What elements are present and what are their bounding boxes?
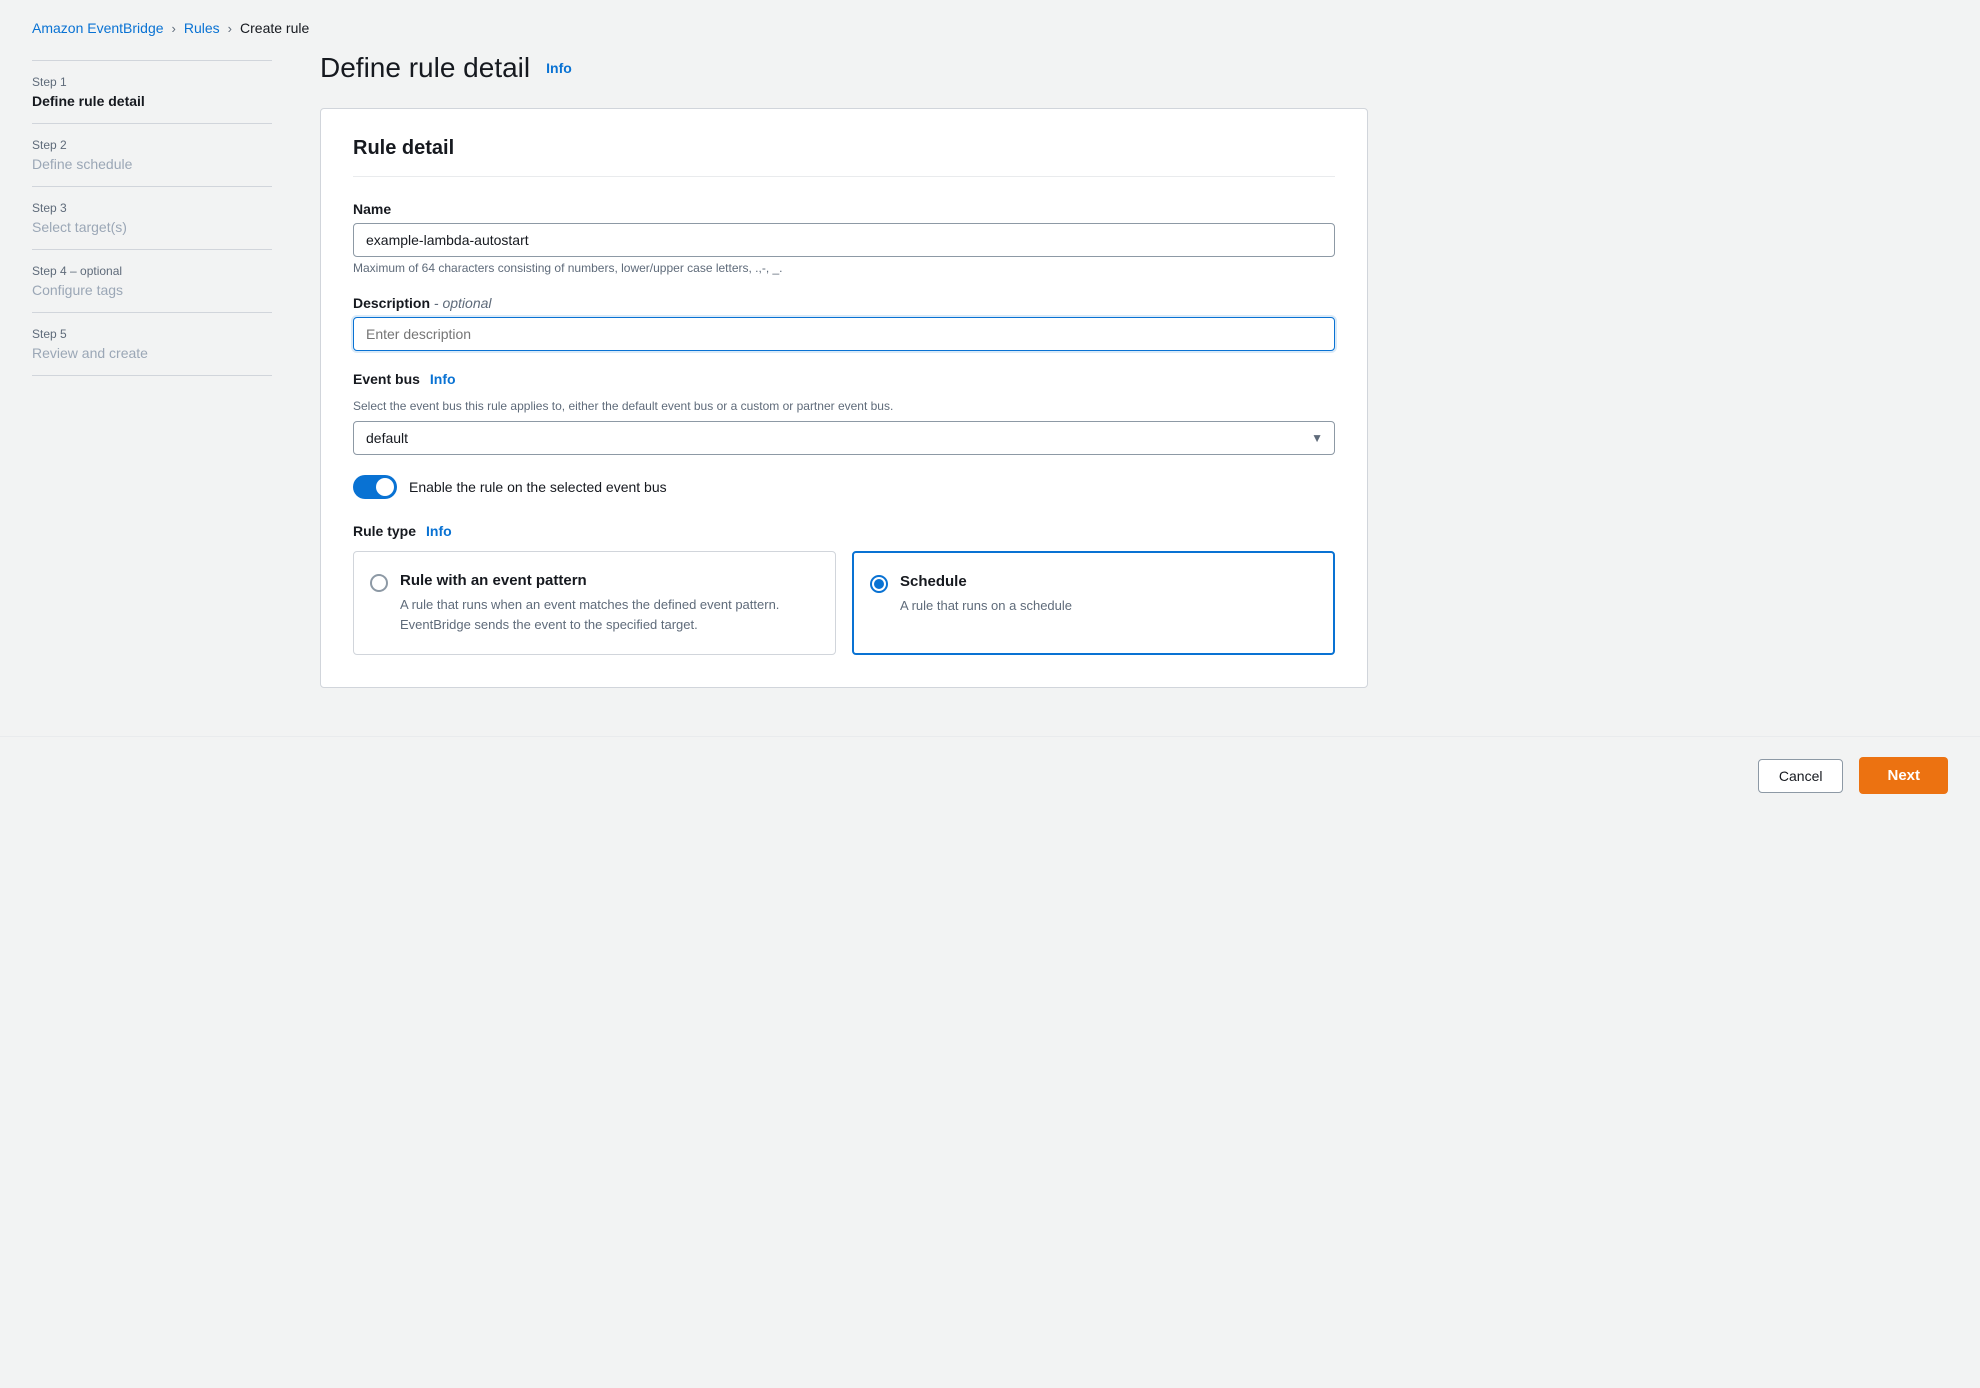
schedule-title: Schedule: [900, 573, 1072, 590]
event-bus-form-group: Event bus Info Select the event bus this…: [353, 371, 1335, 455]
step-1-name: Define rule detail: [32, 93, 272, 109]
schedule-content: Schedule A rule that runs on a schedule: [900, 573, 1072, 616]
main-content: Define rule detail Info Rule detail Name…: [272, 52, 1368, 688]
description-optional: - optional: [434, 295, 492, 311]
event-bus-label: Event bus: [353, 371, 420, 387]
event-bus-hint: Select the event bus this rule applies t…: [353, 399, 1335, 413]
breadcrumb-current: Create rule: [240, 20, 309, 36]
event-pattern-content: Rule with an event pattern A rule that r…: [400, 572, 815, 634]
page-footer: Cancel Next: [0, 736, 1980, 814]
next-button[interactable]: Next: [1859, 757, 1948, 794]
breadcrumb-root[interactable]: Amazon EventBridge: [32, 20, 164, 36]
breadcrumb: Amazon EventBridge › Rules › Create rule: [0, 0, 1980, 52]
step-5[interactable]: Step 5 Review and create: [32, 313, 272, 376]
page-info-link[interactable]: Info: [546, 60, 572, 76]
breadcrumb-sep-1: ›: [172, 21, 176, 36]
step-3-number: Step 3: [32, 201, 272, 215]
event-pattern-desc: A rule that runs when an event matches t…: [400, 595, 815, 634]
cancel-button[interactable]: Cancel: [1758, 759, 1844, 793]
toggle-label: Enable the rule on the selected event bu…: [409, 479, 667, 495]
rule-detail-card: Rule detail Name Maximum of 64 character…: [320, 108, 1368, 688]
event-pattern-radio[interactable]: [370, 574, 388, 592]
rule-type-label-row: Rule type Info: [353, 523, 1335, 539]
name-form-group: Name Maximum of 64 characters consisting…: [353, 201, 1335, 275]
step-2[interactable]: Step 2 Define schedule: [32, 124, 272, 187]
schedule-radio[interactable]: [870, 575, 888, 593]
rule-type-grid: Rule with an event pattern A rule that r…: [353, 551, 1335, 655]
event-bus-select-wrapper: default ▼: [353, 421, 1335, 455]
page-title: Define rule detail: [320, 52, 530, 84]
step-4-name: Configure tags: [32, 282, 272, 298]
name-label: Name: [353, 201, 1335, 217]
name-hint: Maximum of 64 characters consisting of n…: [353, 261, 1335, 275]
name-input[interactable]: [353, 223, 1335, 257]
step-2-number: Step 2: [32, 138, 272, 152]
rule-type-event-pattern-card[interactable]: Rule with an event pattern A rule that r…: [353, 551, 836, 655]
breadcrumb-parent[interactable]: Rules: [184, 20, 220, 36]
step-2-name: Define schedule: [32, 156, 272, 172]
step-3[interactable]: Step 3 Select target(s): [32, 187, 272, 250]
description-input[interactable]: [353, 317, 1335, 351]
rule-type-label: Rule type: [353, 523, 416, 539]
step-5-name: Review and create: [32, 345, 272, 361]
event-bus-info-link[interactable]: Info: [430, 371, 456, 387]
step-5-number: Step 5: [32, 327, 272, 341]
breadcrumb-sep-2: ›: [228, 21, 232, 36]
description-label: Description - optional: [353, 295, 1335, 311]
schedule-desc: A rule that runs on a schedule: [900, 596, 1072, 616]
enable-rule-toggle-row: Enable the rule on the selected event bu…: [353, 475, 1335, 499]
enable-rule-toggle[interactable]: [353, 475, 397, 499]
step-1-number: Step 1: [32, 75, 272, 89]
event-bus-label-row: Event bus Info: [353, 371, 1335, 387]
step-4[interactable]: Step 4 – optional Configure tags: [32, 250, 272, 313]
step-3-name: Select target(s): [32, 219, 272, 235]
rule-type-section: Rule type Info Rule with an event patter…: [353, 523, 1335, 655]
event-bus-select[interactable]: default: [353, 421, 1335, 455]
rule-type-schedule-card[interactable]: Schedule A rule that runs on a schedule: [852, 551, 1335, 655]
step-1[interactable]: Step 1 Define rule detail: [32, 60, 272, 124]
sidebar: Step 1 Define rule detail Step 2 Define …: [32, 52, 272, 688]
card-title: Rule detail: [353, 137, 1335, 177]
rule-type-info-link[interactable]: Info: [426, 523, 452, 539]
step-4-number: Step 4 – optional: [32, 264, 272, 278]
page-title-row: Define rule detail Info: [320, 52, 1368, 84]
event-pattern-title: Rule with an event pattern: [400, 572, 815, 589]
description-form-group: Description - optional: [353, 295, 1335, 351]
